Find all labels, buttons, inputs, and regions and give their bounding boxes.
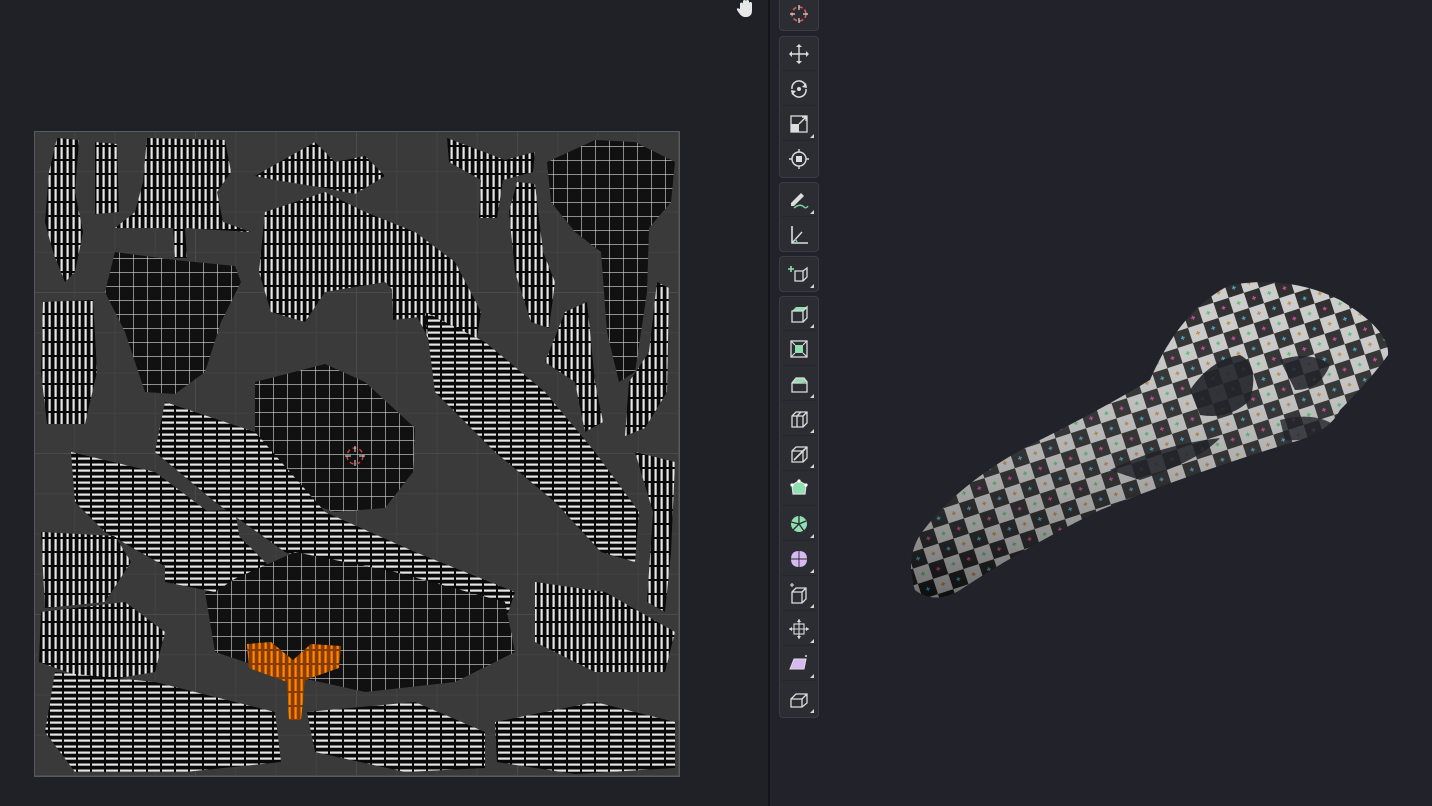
uv-island (45, 138, 83, 282)
poly-build-icon (790, 478, 808, 495)
scale-tool-button[interactable] (782, 107, 816, 141)
uv-island (41, 300, 97, 424)
scale-icon (790, 114, 808, 133)
tool-group-mesh-edit (779, 296, 819, 718)
loop-cut-icon (791, 410, 808, 428)
uv-island (105, 252, 241, 394)
smooth-tool-button[interactable] (782, 542, 816, 576)
cursor-tool-button[interactable] (782, 0, 816, 30)
spin-icon (790, 515, 807, 532)
annotate-tool-button[interactable] (782, 183, 816, 217)
tool-group-annotate (779, 182, 819, 252)
rotate-icon (791, 79, 807, 98)
bevel-icon (791, 376, 808, 393)
knife-tool-button[interactable] (782, 437, 816, 471)
uv-island (45, 672, 281, 772)
uv-island (255, 142, 385, 194)
uv-island (39, 602, 165, 682)
loop-cut-tool-button[interactable] (782, 402, 816, 436)
uv-island (115, 138, 251, 258)
uv-island (425, 312, 639, 562)
shear-tool-button[interactable] (782, 647, 816, 681)
add-cube-icon (788, 265, 808, 282)
inset-faces-icon (790, 339, 808, 358)
uv-island (391, 258, 427, 320)
rotate-tool-button[interactable] (782, 72, 816, 106)
uv-grid[interactable] (34, 131, 680, 777)
rip-tool-button[interactable] (782, 682, 816, 715)
uv-island (165, 510, 245, 592)
move-tool-button[interactable] (782, 37, 816, 71)
spin-tool-button[interactable] (782, 507, 816, 541)
smooth-icon (791, 550, 807, 567)
rip-region-icon (790, 692, 808, 708)
extrude-tool-button[interactable] (782, 297, 816, 331)
edge-slide-tool-button[interactable] (782, 577, 816, 611)
uv-island (95, 142, 119, 214)
tool-group-add (779, 256, 819, 292)
transform-icon (789, 148, 809, 169)
move-icon (789, 43, 809, 64)
tool-group-transform (779, 36, 819, 178)
tool-group-cursor (779, 0, 819, 31)
knife-icon (791, 445, 808, 463)
add-cube-tool-button[interactable] (782, 257, 816, 290)
uv-island (41, 532, 131, 608)
uv-editor[interactable] (0, 0, 768, 806)
uv-island (307, 702, 485, 772)
uv-island (495, 702, 675, 774)
edge-slide-icon (790, 582, 807, 604)
shrink-fatten-icon (789, 618, 809, 639)
measure-icon (791, 225, 808, 244)
uv-island (509, 182, 555, 328)
shear-icon (789, 654, 807, 669)
extrude-region-icon (791, 304, 808, 323)
transform-tool-button[interactable] (782, 142, 816, 175)
skull-model[interactable] (900, 270, 1400, 610)
cursor-icon (790, 4, 808, 23)
annotate-icon (791, 192, 809, 209)
bevel-tool-button[interactable] (782, 367, 816, 401)
shrink-fatten-tool-button[interactable] (782, 612, 816, 646)
poly-build-tool-button[interactable] (782, 472, 816, 506)
2d-cursor-icon[interactable] (344, 445, 366, 467)
measure-tool-button[interactable] (782, 218, 816, 251)
inset-tool-button[interactable] (782, 332, 816, 366)
hand-icon[interactable] (735, 0, 757, 18)
uv-island (205, 552, 515, 692)
uv-island (635, 452, 675, 612)
